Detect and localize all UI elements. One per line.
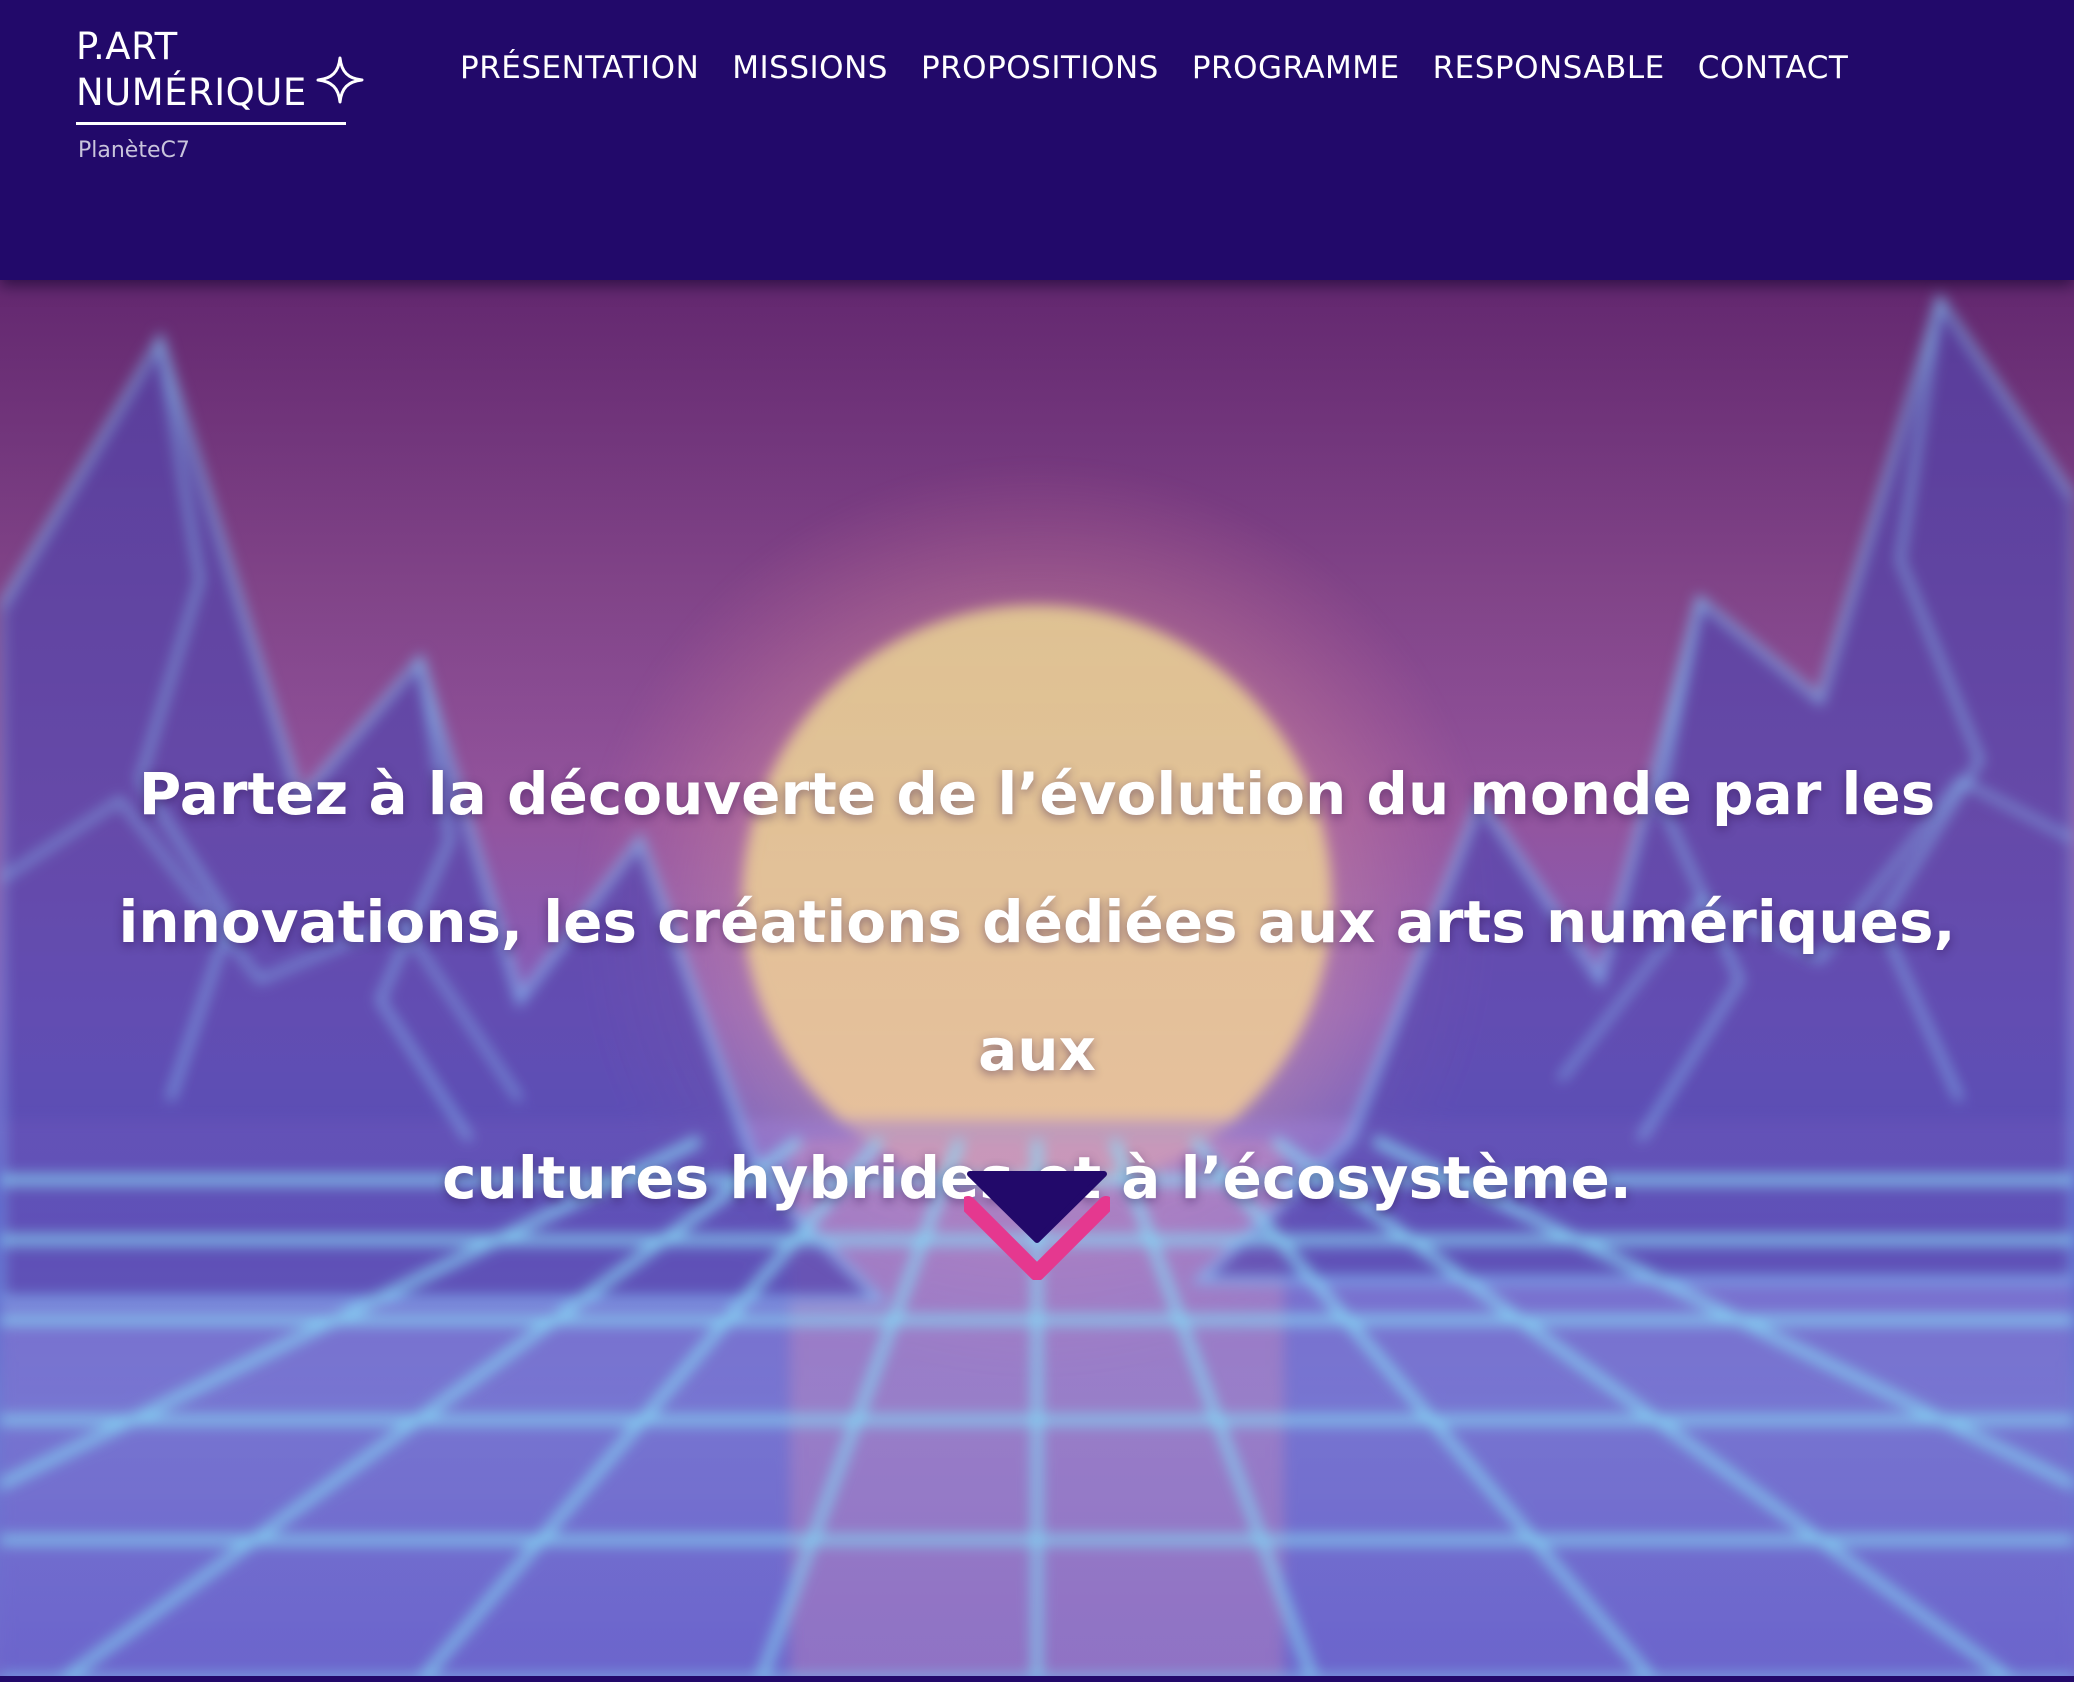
logo-line-1: P.ART: [76, 25, 178, 68]
logo-line-2: NUMÉRIQUE: [76, 71, 307, 114]
site-logo[interactable]: P.ART NUMÉRIQUE PlanèteC7: [76, 22, 376, 172]
nav-item-presentation[interactable]: PRÉSENTATION: [460, 48, 699, 88]
logo-subtitle: PlanèteC7: [78, 138, 190, 163]
logo-underline: [76, 122, 346, 125]
chevron-down-icon[interactable]: [964, 1170, 1110, 1280]
nav-item-programme[interactable]: PROGRAMME: [1192, 48, 1400, 88]
hero-tagline-line-1: Partez à la découverte de l’évolution du…: [138, 760, 1936, 828]
nav-item-missions[interactable]: MISSIONS: [732, 48, 888, 88]
main-navigation: PRÉSENTATION MISSIONS PROPOSITIONS PROGR…: [460, 48, 1848, 88]
nav-item-responsable[interactable]: RESPONSABLE: [1433, 48, 1665, 88]
bottom-edge: [0, 1676, 2074, 1682]
nav-item-contact[interactable]: CONTACT: [1698, 48, 1849, 88]
four-point-star-icon: [316, 56, 364, 104]
nav-item-propositions[interactable]: PROPOSITIONS: [921, 48, 1159, 88]
hero-section: Partez à la découverte de l’évolution du…: [0, 280, 2074, 1682]
hero-tagline: Partez à la découverte de l’évolution du…: [90, 730, 1984, 1242]
hero-tagline-line-2: innovations, les créations dédiées aux a…: [118, 888, 1956, 1084]
site-header: P.ART NUMÉRIQUE PlanèteC7 PRÉSENTATION M…: [0, 0, 2074, 280]
